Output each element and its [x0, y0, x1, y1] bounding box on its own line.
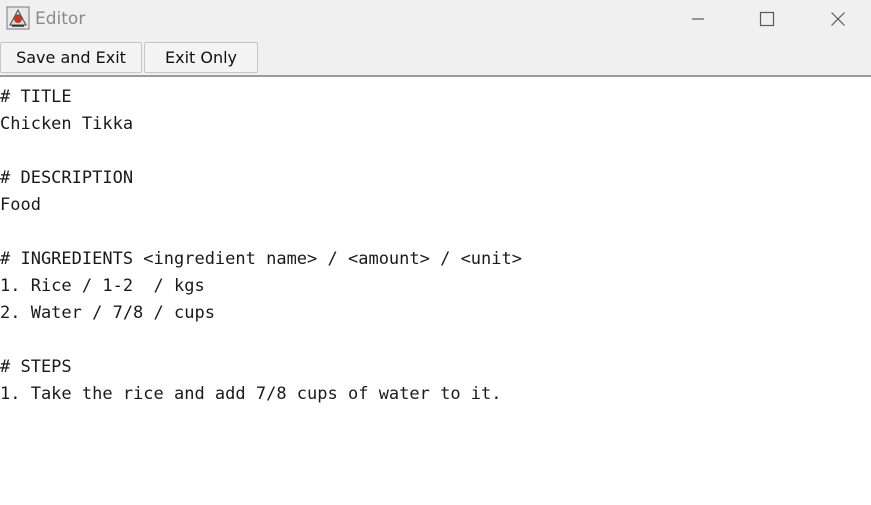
title-bar[interactable]: Editor — [0, 0, 871, 38]
line-steps-header: # STEPS — [0, 357, 72, 377]
line-description-value: Food — [0, 195, 41, 215]
close-button[interactable] — [815, 0, 861, 38]
editor-window: Editor Save and Exit Exit Only # TITLE C… — [0, 0, 871, 505]
maximize-icon — [759, 11, 775, 27]
exit-only-button[interactable]: Exit Only — [144, 42, 258, 73]
editor-text-area[interactable]: # TITLE Chicken Tikka # DESCRIPTION Food… — [0, 77, 871, 505]
line-ingredients-header: # INGREDIENTS <ingredient name> / <amoun… — [0, 249, 522, 269]
save-and-exit-button[interactable]: Save and Exit — [0, 42, 142, 73]
close-icon — [830, 11, 846, 27]
line-step-item: 1. Take the rice and add 7/8 cups of wat… — [0, 384, 502, 404]
window-title: Editor — [35, 9, 86, 29]
minimize-icon — [690, 11, 706, 27]
line-description-header: # DESCRIPTION — [0, 168, 134, 188]
line-ingredient-item: 1. Rice / 1-2 / kgs — [0, 276, 205, 296]
java-app-icon — [6, 6, 30, 30]
line-ingredient-item: 2. Water / 7/8 / cups — [0, 303, 215, 323]
maximize-button[interactable] — [744, 0, 790, 38]
minimize-button[interactable] — [675, 0, 721, 38]
line-title-value: Chicken Tikka — [0, 114, 134, 134]
toolbar: Save and Exit Exit Only — [0, 38, 871, 77]
line-title-header: # TITLE — [0, 87, 72, 107]
